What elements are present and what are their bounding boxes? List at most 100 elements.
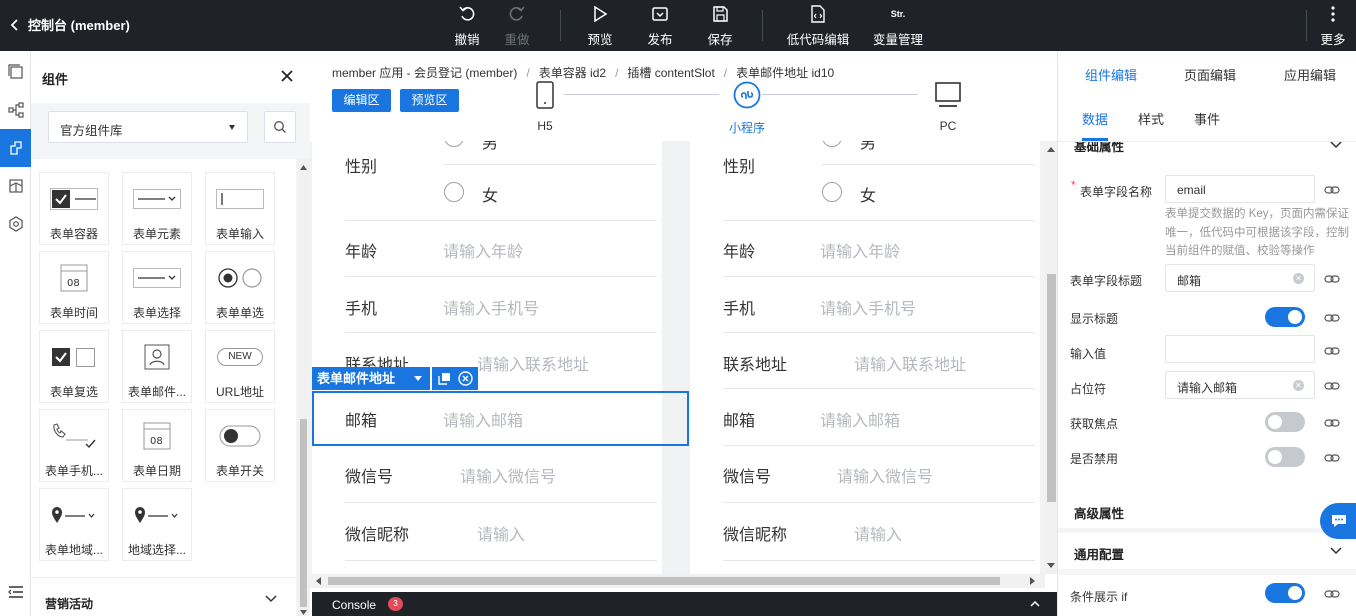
redo-button[interactable]: 重做 <box>498 0 536 51</box>
link-icon[interactable] <box>1324 588 1340 600</box>
component-tile-form-select[interactable]: 表单选择 <box>122 251 192 324</box>
scroll-down-arrow-icon[interactable] <box>300 610 307 615</box>
component-tile-form-date[interactable]: 08 表单日期 <box>122 409 192 482</box>
clear-icon[interactable]: ✕ <box>1293 273 1304 284</box>
marketing-section[interactable]: 营销活动 <box>31 577 296 616</box>
preview-button[interactable]: 预览 <box>580 0 620 51</box>
field-name-input[interactable]: email <box>1165 175 1315 203</box>
tab-component-edit[interactable]: 组件编辑 <box>1085 65 1137 84</box>
input-value-field[interactable] <box>1165 335 1315 363</box>
breadcrumb-item[interactable]: 表单容器 id2 <box>539 66 606 80</box>
component-tile-form-element[interactable]: 表单元素 <box>122 172 192 245</box>
rail-settings[interactable] <box>0 205 31 243</box>
radio-male[interactable] <box>444 141 464 147</box>
radio-female[interactable] <box>444 182 464 202</box>
breadcrumb-item[interactable]: member 应用 - 会员登记 (member) <box>332 66 517 80</box>
scroll-up-arrow-icon[interactable] <box>300 165 307 170</box>
tab-app-edit[interactable]: 应用编辑 <box>1284 65 1336 84</box>
device-miniprogram[interactable]: 小程序 <box>720 81 774 136</box>
device-h5[interactable]: H5 <box>527 81 563 133</box>
placeholder-input[interactable]: 请输入邮箱 ✕ <box>1165 371 1315 399</box>
field-placeholder[interactable]: 请输入年龄 <box>820 238 900 262</box>
component-tile-form-checkbox[interactable]: 表单复选 <box>39 330 109 403</box>
link-icon[interactable] <box>1324 312 1340 324</box>
caret-down-icon[interactable] <box>414 376 422 381</box>
link-icon[interactable] <box>1324 345 1340 357</box>
scroll-down-arrow-icon[interactable] <box>1047 563 1055 568</box>
component-tile-form-switch[interactable]: 表单开关 <box>205 409 275 482</box>
rail-templates[interactable] <box>0 167 31 205</box>
show-title-toggle[interactable] <box>1265 307 1305 327</box>
subtab-events[interactable]: 事件 <box>1194 109 1220 128</box>
subtab-style[interactable]: 样式 <box>1138 109 1164 128</box>
component-panel-scrollbar[interactable] <box>297 159 310 616</box>
radio-female[interactable] <box>822 182 842 202</box>
component-tile-form-time[interactable]: 08 表单时间 <box>39 251 109 324</box>
copy-icon[interactable] <box>438 372 451 385</box>
component-tile-form-email[interactable]: 表单邮件... <box>122 330 192 403</box>
more-button[interactable]: 更多 <box>1318 0 1348 51</box>
scrollbar-thumb[interactable] <box>328 577 1000 585</box>
condition-toggle[interactable] <box>1265 583 1305 603</box>
component-tile-form-phone[interactable]: 表单手机... <box>39 409 109 482</box>
undo-button[interactable]: 撤销 <box>448 0 486 51</box>
link-icon[interactable] <box>1324 417 1340 429</box>
rail-collapse[interactable] <box>0 573 31 611</box>
component-tile-region-select[interactable]: 地域选择... <box>122 488 192 561</box>
field-placeholder[interactable]: 请输入联系地址 <box>477 351 589 375</box>
tab-page-edit[interactable]: 页面编辑 <box>1184 65 1236 84</box>
rail-pages[interactable] <box>0 53 31 91</box>
close-icon[interactable] <box>280 69 294 83</box>
component-tile-url[interactable]: NEW URL地址 <box>205 330 275 403</box>
selected-component-label[interactable]: 表单邮件地址 <box>312 367 430 390</box>
disabled-toggle[interactable] <box>1265 447 1305 467</box>
preview-area-button[interactable]: 预览区 <box>400 89 459 112</box>
console-bar[interactable]: Console 3 <box>312 592 1057 616</box>
field-placeholder[interactable]: 请输入年龄 <box>443 238 523 262</box>
library-select[interactable]: 官方组件库 <box>48 111 248 143</box>
basic-section-title[interactable]: 基础属性 <box>1074 142 1124 155</box>
chevron-down-icon[interactable] <box>1330 142 1342 149</box>
field-placeholder[interactable]: 请输入联系地址 <box>854 351 966 375</box>
component-tile-form-region[interactable]: 表单地域... <box>39 488 109 561</box>
component-tile-form-radio[interactable]: 表单单选 <box>205 251 275 324</box>
edit-area-button[interactable]: 编辑区 <box>332 89 391 112</box>
rail-tree[interactable] <box>0 91 31 129</box>
field-placeholder[interactable]: 请输入 <box>477 521 525 545</box>
scrollbar-thumb[interactable] <box>1047 274 1056 502</box>
component-tile-form-container[interactable]: 表单容器 <box>39 172 109 245</box>
component-tile-form-input[interactable]: 表单输入 <box>205 172 275 245</box>
device-pc[interactable]: PC <box>930 81 966 133</box>
breadcrumb-item[interactable]: 插槽 contentSlot <box>627 66 714 80</box>
scrollbar-thumb[interactable] <box>300 419 307 607</box>
breadcrumb-item[interactable]: 表单邮件地址 id10 <box>736 66 834 80</box>
save-button[interactable]: 保存 <box>700 0 740 51</box>
chat-support-button[interactable] <box>1320 503 1356 539</box>
link-icon[interactable] <box>1324 380 1340 392</box>
chevron-left-icon[interactable] <box>8 16 22 34</box>
radio-male[interactable] <box>822 141 842 147</box>
field-title-input[interactable]: 邮箱 ✕ <box>1165 264 1315 292</box>
canvas-horizontal-scrollbar[interactable] <box>310 574 1045 588</box>
canvas-vertical-scrollbar[interactable] <box>1045 141 1057 574</box>
field-placeholder[interactable]: 请输入邮箱 <box>820 407 900 431</box>
chevron-up-icon[interactable] <box>1030 601 1040 607</box>
link-icon[interactable] <box>1324 452 1340 464</box>
common-config-section[interactable]: 通用配置 <box>1058 533 1356 569</box>
scroll-up-arrow-icon[interactable] <box>1047 147 1055 152</box>
field-placeholder[interactable]: 请输入手机号 <box>443 295 539 319</box>
scroll-left-arrow-icon[interactable] <box>316 577 321 585</box>
rail-components[interactable] <box>0 129 31 167</box>
variable-manage-button[interactable]: Str. 变量管理 <box>870 0 926 51</box>
lowcode-edit-button[interactable]: 低代码编辑 <box>784 0 852 51</box>
link-icon[interactable] <box>1324 273 1340 285</box>
focus-toggle[interactable] <box>1265 412 1305 432</box>
field-placeholder[interactable]: 请输入手机号 <box>820 295 916 319</box>
advanced-section[interactable]: 高级属性 <box>1058 492 1356 528</box>
scroll-right-arrow-icon[interactable] <box>1030 577 1035 585</box>
field-placeholder[interactable]: 请输入微信号 <box>837 463 933 487</box>
link-icon[interactable] <box>1324 184 1340 196</box>
field-placeholder[interactable]: 请输入微信号 <box>460 463 556 487</box>
subtab-data[interactable]: 数据 <box>1082 109 1108 128</box>
component-search-button[interactable] <box>264 111 296 143</box>
